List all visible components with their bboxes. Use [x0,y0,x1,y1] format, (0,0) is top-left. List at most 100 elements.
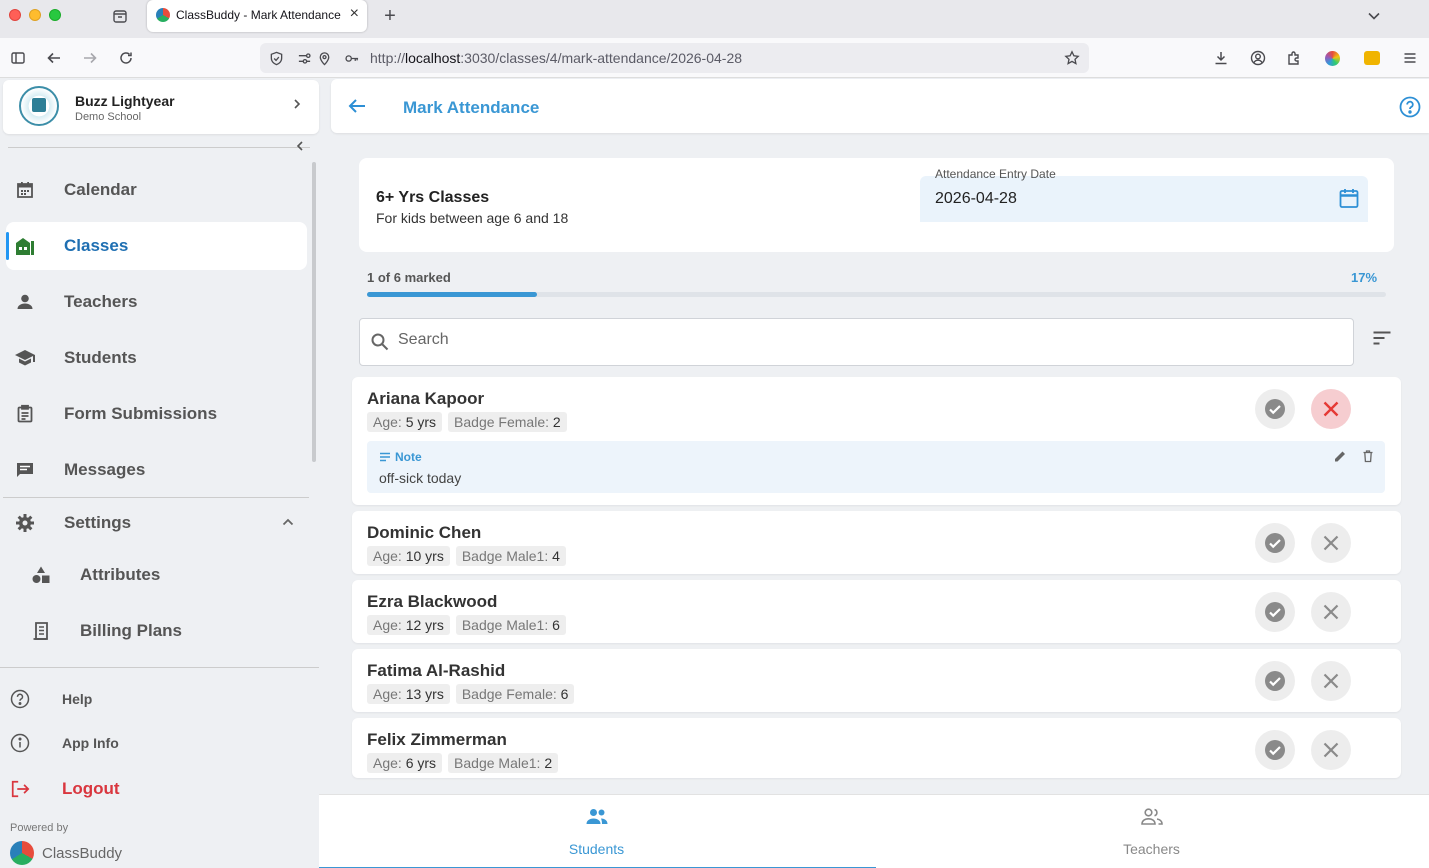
sidebar-scrollbar[interactable] [312,162,316,462]
extensions-icon[interactable] [1285,49,1303,67]
url-bar[interactable]: http://localhost:3030/classes/4/mark-att… [260,43,1089,73]
age-value: 12 yrs [405,617,444,633]
url-text[interactable]: http://localhost:3030/classes/4/mark-att… [370,50,742,66]
calendar-picker-icon[interactable] [1338,187,1360,214]
tab-teachers[interactable]: Teachers [874,795,1429,868]
window-minimize-button[interactable] [29,9,41,21]
menu-icon[interactable] [1401,49,1419,67]
sort-icon[interactable] [1372,328,1392,353]
logout-button[interactable]: Logout [0,769,319,809]
downloads-icon[interactable] [1212,49,1230,67]
check-circle-icon [1265,399,1285,419]
school-switcher[interactable]: Buzz Lightyear Demo School [3,80,319,134]
age-chip: Age: 13 yrs [367,684,450,704]
logout-icon [10,779,30,799]
student-row: Felix Zimmerman Age: 6 yrs Badge Male1: … [352,718,1401,778]
tab-close-icon[interactable]: × [350,5,359,23]
collapse-sidebar-icon[interactable] [294,139,306,155]
student-chips: Age: 12 yrs Badge Male1: 6 [367,615,566,635]
location-icon[interactable] [316,50,332,66]
mark-present-button[interactable] [1255,661,1295,701]
mark-absent-button[interactable] [1311,730,1351,770]
badge-label: Badge Male1: [461,548,549,564]
back-icon[interactable] [45,49,63,67]
sidebar-item-settings[interactable]: Settings [6,499,307,547]
help-link[interactable]: Help [0,679,319,719]
calendar-icon [14,179,36,201]
class-name: 6+ Yrs Classes [376,189,490,206]
badge-chip: Badge Male1: 2 [448,753,559,773]
badge-label: Badge Male1: [461,617,549,633]
window-close-button[interactable] [9,9,21,21]
sidebar-item-students[interactable]: Students [6,334,307,382]
student-name: Ezra Blackwood [367,592,498,611]
age-chip: Age: 5 yrs [367,412,443,432]
close-icon [1323,742,1339,758]
receipt-icon [30,620,52,642]
color-picker-icon[interactable] [1323,49,1341,67]
student-row: Ariana Kapoor Age: 5 yrs Badge Female: 2… [352,377,1401,505]
mark-absent-button[interactable] [1311,661,1351,701]
sidebar-toggle-icon[interactable] [9,49,27,67]
bookmark-star-icon[interactable] [1064,50,1080,66]
brand-name: ClassBuddy [42,844,123,862]
shield-icon[interactable] [268,50,284,66]
app-info-link[interactable]: App Info [0,723,319,763]
sidebar-item-messages[interactable]: Messages [6,446,307,494]
key-icon[interactable] [343,50,359,66]
url-path: :3030/classes/4/mark-attendance/2026-04-… [460,50,743,66]
search-box[interactable] [359,318,1354,366]
sidebar-item-label: Students [64,348,137,367]
school-logo [19,86,59,126]
app-info-label: App Info [62,735,119,751]
sidebar-item-billing-plans[interactable]: Billing Plans [6,607,307,655]
sidebar-item-form-submissions[interactable]: Form Submissions [6,390,307,438]
tab-students[interactable]: Students [319,795,876,868]
sidebar-item-classes[interactable]: Classes [6,222,307,270]
badge-chip: Badge Female: 6 [455,684,575,704]
badge-chip: Badge Male1: 4 [455,546,566,566]
marked-count: 1 of 6 marked [367,270,451,285]
badge-value: 2 [552,414,561,430]
age-value: 6 yrs [405,755,437,771]
permissions-icon[interactable] [296,50,312,66]
help-circle-icon[interactable] [1399,96,1421,123]
tab-list-chevron-icon[interactable] [1365,7,1383,25]
browser-tab[interactable]: ClassBuddy - Mark Attendance × [147,0,367,32]
url-scheme: http:// [370,50,406,66]
back-arrow-icon[interactable] [347,96,367,121]
window-zoom-button[interactable] [49,9,61,21]
age-label: Age: [373,686,402,702]
close-icon [1323,604,1339,620]
reload-icon[interactable] [117,49,135,67]
brand: ClassBuddy [10,841,122,865]
attendance-date-field[interactable]: Attendance Entry Date 2026-04-28 [920,167,1368,222]
search-input[interactable] [398,331,1298,349]
extension-badge-icon[interactable] [1363,49,1381,67]
forward-icon[interactable] [81,49,99,67]
group-outline-icon [1140,807,1164,832]
mark-present-button[interactable] [1255,592,1295,632]
school-icon [14,347,36,369]
mark-present-button[interactable] [1255,730,1295,770]
mark-present-button[interactable] [1255,523,1295,563]
student-row: Fatima Al-Rashid Age: 13 yrs Badge Femal… [352,649,1401,712]
favicon-icon [156,8,170,22]
tab-tray-icon[interactable] [111,7,129,25]
mark-present-button[interactable] [1255,389,1295,429]
main-content: Mark Attendance 6+ Yrs Classes For kids … [319,78,1429,868]
sidebar-item-attributes[interactable]: Attributes [6,551,307,599]
mark-absent-button[interactable] [1311,389,1351,429]
help-label: Help [62,691,93,707]
progress-fill [367,292,538,297]
gear-icon [14,512,36,534]
new-tab-icon[interactable]: + [381,6,399,26]
delete-trash-icon[interactable] [1361,449,1375,468]
sidebar-item-calendar[interactable]: Calendar [6,166,307,214]
edit-pencil-icon[interactable] [1333,449,1347,468]
mark-absent-button[interactable] [1311,592,1351,632]
account-icon[interactable] [1249,49,1267,67]
sidebar-item-teachers[interactable]: Teachers [6,278,307,326]
close-icon [1323,535,1339,551]
mark-absent-button[interactable] [1311,523,1351,563]
